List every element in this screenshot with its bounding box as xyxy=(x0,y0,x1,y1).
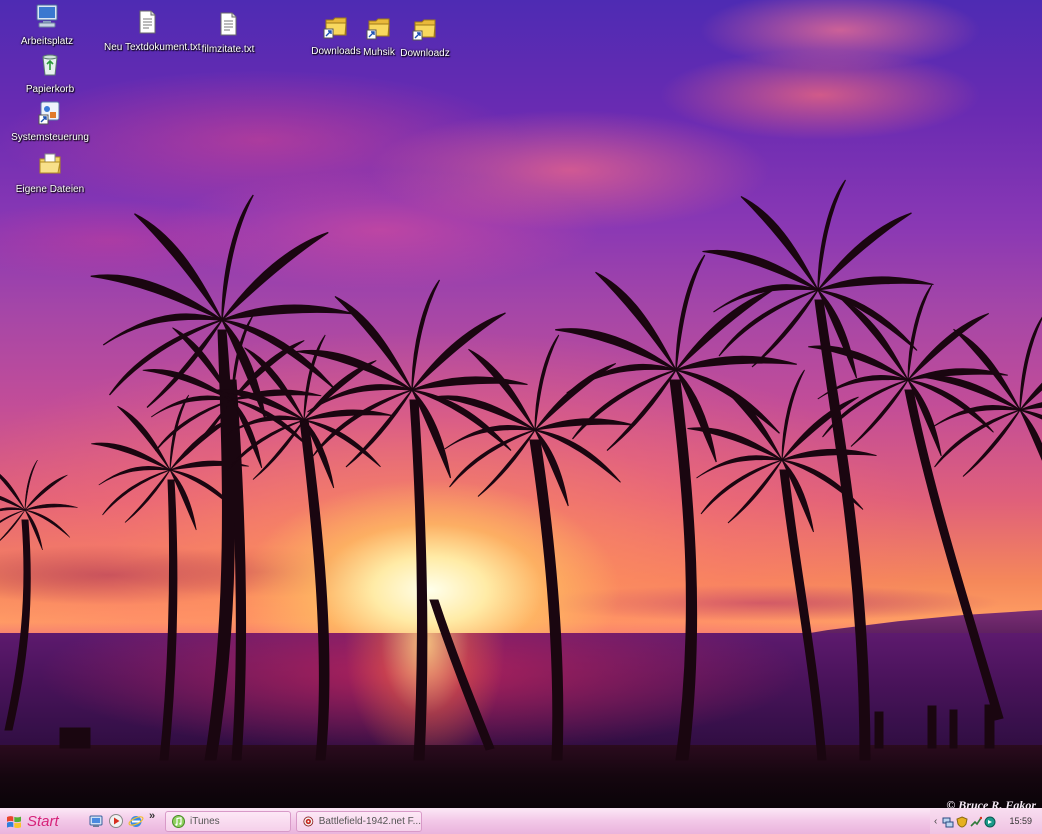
volume-icon[interactable] xyxy=(984,816,996,828)
taskbar: Start » iTunes Battlefield-1942.net F...… xyxy=(0,808,1042,834)
taskbar-button-itunes[interactable]: iTunes xyxy=(165,811,291,832)
internet-explorer-icon[interactable] xyxy=(128,813,144,829)
tray-expand-button[interactable]: ‹ xyxy=(934,816,937,827)
control-panel-shortcut-icon xyxy=(38,101,60,125)
desktop-wallpaper: Arbeitsplatz Papierkorb Systemsteuerung … xyxy=(0,0,1042,808)
connection-icon[interactable] xyxy=(970,816,983,828)
quick-launch-more-button[interactable]: » xyxy=(149,810,155,822)
itunes-icon xyxy=(172,815,185,828)
desktop-icon-label: Eigene Dateien xyxy=(15,184,85,195)
my-documents-icon xyxy=(39,153,61,174)
desktop-icon-label: Arbeitsplatz xyxy=(20,36,74,47)
system-tray: ‹ 15:59 xyxy=(930,809,1042,834)
photo-credit-watermark: © Bruce R. Fakor xyxy=(946,798,1036,808)
show-desktop-icon[interactable] xyxy=(88,813,104,829)
desktop-icon-label: filmzitate.txt xyxy=(201,44,255,55)
palm-trees-silhouette xyxy=(0,179,1042,761)
desktop-icon-downloadz[interactable]: Downloadz xyxy=(382,15,468,61)
desktop-icon-eigene-dateien[interactable]: Eigene Dateien xyxy=(7,151,93,197)
start-label: Start xyxy=(27,813,59,830)
quick-launch-bar xyxy=(88,813,144,829)
security-icon[interactable] xyxy=(956,815,968,828)
desktop-icon-systemsteuerung[interactable]: Systemsteuerung xyxy=(7,99,93,145)
browser-icon xyxy=(303,816,314,827)
text-file-icon xyxy=(220,12,237,36)
taskbar-button-label: iTunes xyxy=(190,816,220,827)
media-player-icon[interactable] xyxy=(108,813,124,829)
desktop-icon-label: Systemsteuerung xyxy=(11,132,89,143)
clock[interactable]: 15:59 xyxy=(1009,816,1032,826)
desktop-icon-filmzitate[interactable]: filmzitate.txt xyxy=(185,11,271,57)
desktop-icon-papierkorb[interactable]: Papierkorb xyxy=(7,51,93,97)
desktop-icon-label: Papierkorb xyxy=(25,84,75,95)
recycle-bin-icon xyxy=(42,54,58,76)
desktop-icon-arbeitsplatz[interactable]: Arbeitsplatz xyxy=(4,3,90,49)
folder-shortcut-icon xyxy=(412,19,436,41)
desktop-icon-neu-textdokument[interactable]: Neu Textdokument.txt xyxy=(104,9,201,55)
taskbar-button-label: Battlefield-1942.net F... xyxy=(318,816,421,827)
taskbar-button-battlefield[interactable]: Battlefield-1942.net F... xyxy=(296,811,422,832)
start-button[interactable]: Start xyxy=(0,809,80,834)
text-file-icon xyxy=(139,10,156,34)
my-computer-icon xyxy=(36,4,58,28)
desktop-icon-label: Downloadz xyxy=(400,48,450,59)
windows-logo-icon xyxy=(7,815,21,828)
network-icon[interactable] xyxy=(942,816,954,828)
